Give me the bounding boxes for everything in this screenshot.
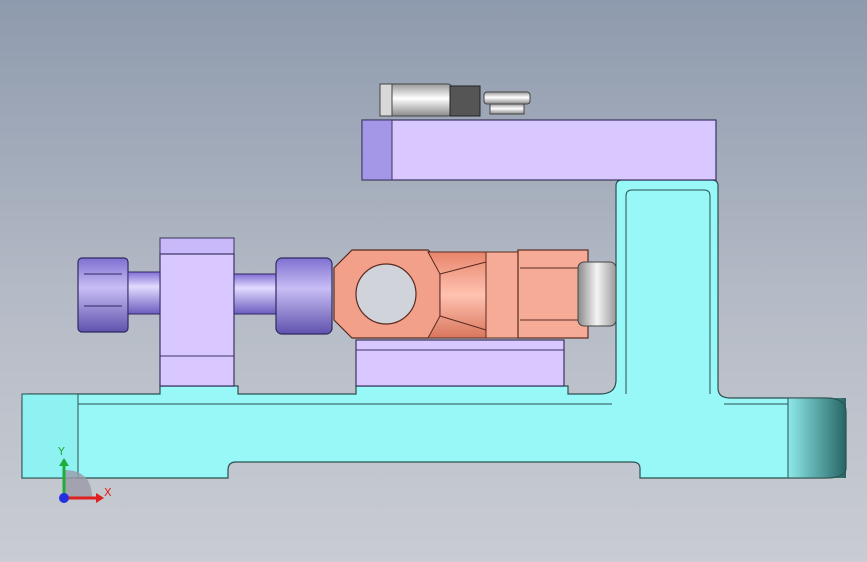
- cad-viewport[interactable]: X Y: [0, 0, 867, 562]
- y-axis-label: Y: [57, 445, 65, 458]
- z-axis-dot: [59, 493, 69, 503]
- triad-shadow: [64, 470, 92, 498]
- x-axis-arrow: [96, 493, 104, 503]
- orientation-triad: X Y: [57, 445, 112, 503]
- y-axis-arrow: [59, 458, 69, 466]
- x-axis-label: X: [104, 486, 112, 499]
